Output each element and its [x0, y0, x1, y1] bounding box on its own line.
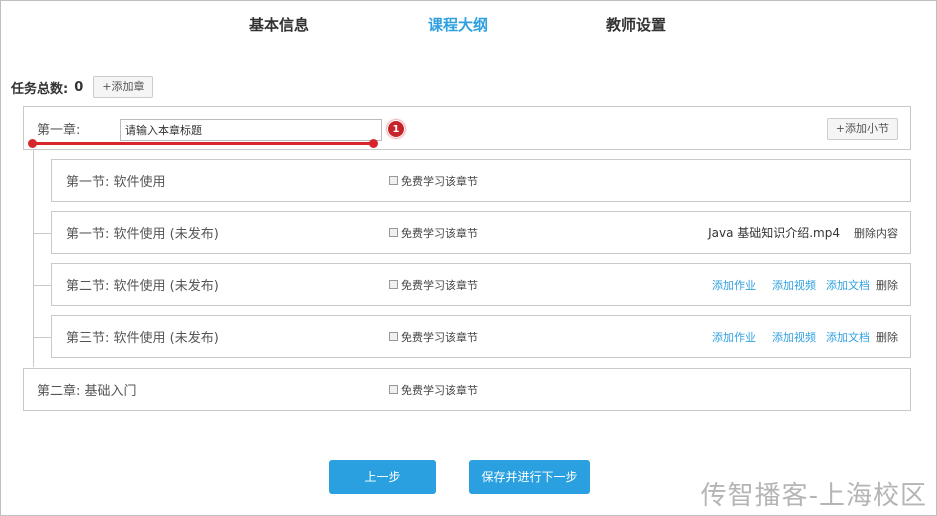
annotation-dot-right [369, 139, 378, 148]
free-study-checkbox[interactable]: 免费学习该章节 [389, 316, 478, 357]
tree-connector [33, 149, 34, 367]
free-study-label: 免费学习该章节 [401, 226, 478, 240]
delete-link[interactable]: 删除 [876, 329, 898, 345]
free-study-checkbox[interactable]: 免费学习该章节 [389, 212, 478, 253]
section-title: 第三节: 软件使用 (未发布) [66, 331, 219, 346]
prev-step-button[interactable]: 上一步 [329, 460, 436, 494]
add-homework-link[interactable]: 添加作业 [712, 329, 756, 345]
tree-branch [33, 285, 51, 286]
video-file-name: Java 基础知识介绍.mp4 [708, 226, 840, 240]
free-study-label: 免费学习该章节 [401, 330, 478, 344]
section-row: 第三节: 软件使用 (未发布) 免费学习该章节 添加作业 添加视频 添加文档 删… [51, 315, 911, 358]
chapter-2-row: 第二章: 基础入门 免费学习该章节 [23, 368, 911, 411]
section-title: 第二节: 软件使用 (未发布) [66, 279, 219, 294]
add-video-link[interactable]: 添加视频 [772, 277, 816, 293]
free-study-checkbox[interactable]: 免费学习该章节 [389, 369, 478, 410]
section-row: 第二节: 软件使用 (未发布) 免费学习该章节 添加作业 添加视频 添加文档 删… [51, 263, 911, 306]
tab-bar: 基本信息 课程大纲 教师设置 [0, 14, 937, 40]
tab-course-outline[interactable]: 课程大纲 [428, 14, 488, 35]
task-count-value: 0 [74, 79, 84, 95]
free-study-checkbox[interactable]: 免费学习该章节 [389, 160, 478, 201]
section-row: 第一节: 软件使用 免费学习该章节 [51, 159, 911, 202]
tab-teacher-settings[interactable]: 教师设置 [606, 14, 666, 35]
free-study-label: 免费学习该章节 [401, 174, 478, 188]
delete-link[interactable]: 删除 [876, 277, 898, 293]
checkbox-icon[interactable] [389, 280, 398, 289]
free-study-label: 免费学习该章节 [401, 278, 478, 292]
add-doc-link[interactable]: 添加文档 [826, 277, 870, 293]
annotation-marker: 1 [388, 121, 404, 137]
add-homework-link[interactable]: 添加作业 [712, 277, 756, 293]
free-study-checkbox[interactable]: 免费学习该章节 [389, 264, 478, 305]
section-row: 第一节: 软件使用 (未发布) 免费学习该章节 Java 基础知识介绍.mp4 … [51, 211, 911, 254]
watermark-text: 传智播客-上海校区 [700, 481, 927, 511]
checkbox-icon[interactable] [389, 176, 398, 185]
annotation-dot-left [28, 139, 37, 148]
task-summary: 任务总数: 0 +添加章 [11, 75, 154, 99]
tree-branch [33, 337, 51, 338]
tab-basic-info[interactable]: 基本信息 [249, 14, 309, 35]
chapter-2-title: 第二章: 基础入门 [37, 384, 137, 399]
add-doc-link[interactable]: 添加文档 [826, 329, 870, 345]
checkbox-icon[interactable] [389, 228, 398, 237]
checkbox-icon[interactable] [389, 385, 398, 394]
section-title: 第一节: 软件使用 (未发布) [66, 227, 219, 242]
annotation-underline [31, 142, 376, 145]
chapter-title-input[interactable] [120, 119, 382, 141]
free-study-label: 免费学习该章节 [401, 383, 478, 397]
save-next-button[interactable]: 保存并进行下一步 [469, 460, 590, 494]
checkbox-icon[interactable] [389, 332, 398, 341]
section-title: 第一节: 软件使用 [66, 175, 166, 190]
add-section-button[interactable]: +添加小节 [826, 118, 898, 140]
tree-branch [33, 233, 51, 234]
delete-content-link[interactable]: 删除内容 [854, 225, 898, 241]
add-chapter-button[interactable]: +添加章 [93, 76, 154, 98]
add-video-link[interactable]: 添加视频 [772, 329, 816, 345]
task-count-label: 任务总数: [11, 81, 69, 97]
